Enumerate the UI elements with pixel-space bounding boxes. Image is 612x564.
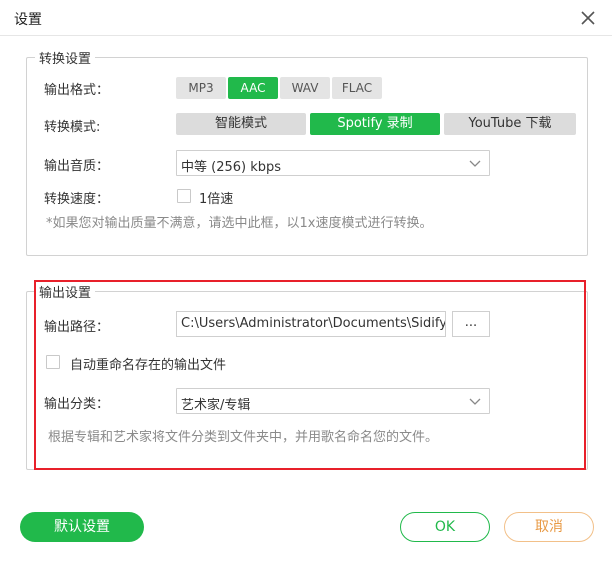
conversion-mode-label: 转换模式: — [44, 120, 101, 135]
output-quality-label: 输出音质： — [44, 159, 110, 174]
default-settings-button[interactable]: 默认设置 — [20, 512, 144, 542]
speed-1x-checkbox[interactable] — [177, 189, 191, 203]
window-title: 设置 — [14, 12, 42, 28]
output-path-label: 输出路径： — [44, 320, 110, 335]
output-format-label: 输出格式： — [44, 83, 110, 98]
mode-spotify-record-button[interactable]: Spotify 录制 — [310, 113, 440, 135]
ok-button[interactable]: OK — [400, 512, 490, 542]
mode-smart-button[interactable]: 智能模式 — [176, 113, 306, 135]
auto-rename-checkbox[interactable] — [46, 355, 60, 369]
format-mp3-button[interactable]: MP3 — [176, 77, 226, 99]
output-path-input[interactable]: C:\Users\Administrator\Documents\Sidify … — [176, 311, 446, 337]
output-category-label: 输出分类： — [44, 397, 110, 412]
output-quality-select[interactable]: 中等 (256) kbps — [176, 150, 490, 176]
speed-1x-label: 1倍速 — [199, 192, 234, 207]
browse-button[interactable]: ... — [452, 311, 490, 337]
cancel-button[interactable]: 取消 — [504, 512, 594, 542]
output-quality-value: 中等 (256) kbps — [181, 160, 282, 175]
mode-youtube-download-button[interactable]: YouTube 下载 — [444, 113, 576, 135]
conversion-speed-label: 转换速度： — [44, 192, 110, 207]
output-category-value: 艺术家/专辑 — [181, 398, 251, 413]
format-aac-button[interactable]: AAC — [228, 77, 278, 99]
output-settings-legend: 输出设置 — [39, 286, 92, 301]
output-category-select[interactable]: 艺术家/专辑 — [176, 388, 490, 414]
conversion-settings-legend: 转换设置 — [39, 52, 92, 67]
chevron-down-icon — [469, 160, 481, 167]
close-icon[interactable] — [578, 8, 598, 28]
format-flac-button[interactable]: FLAC — [332, 77, 382, 99]
format-wav-button[interactable]: WAV — [280, 77, 330, 99]
chevron-down-icon — [469, 398, 481, 405]
title-bar: 设置 — [0, 0, 612, 36]
category-hint-text: 根据专辑和艺术家将文件分类到文件夹中，并用歌名命名您的文件。 — [48, 430, 439, 445]
auto-rename-label: 自动重命名存在的输出文件 — [70, 358, 227, 373]
speed-hint-text: *如果您对输出质量不满意，请选中此框，以1x速度模式进行转换。 — [46, 216, 433, 231]
